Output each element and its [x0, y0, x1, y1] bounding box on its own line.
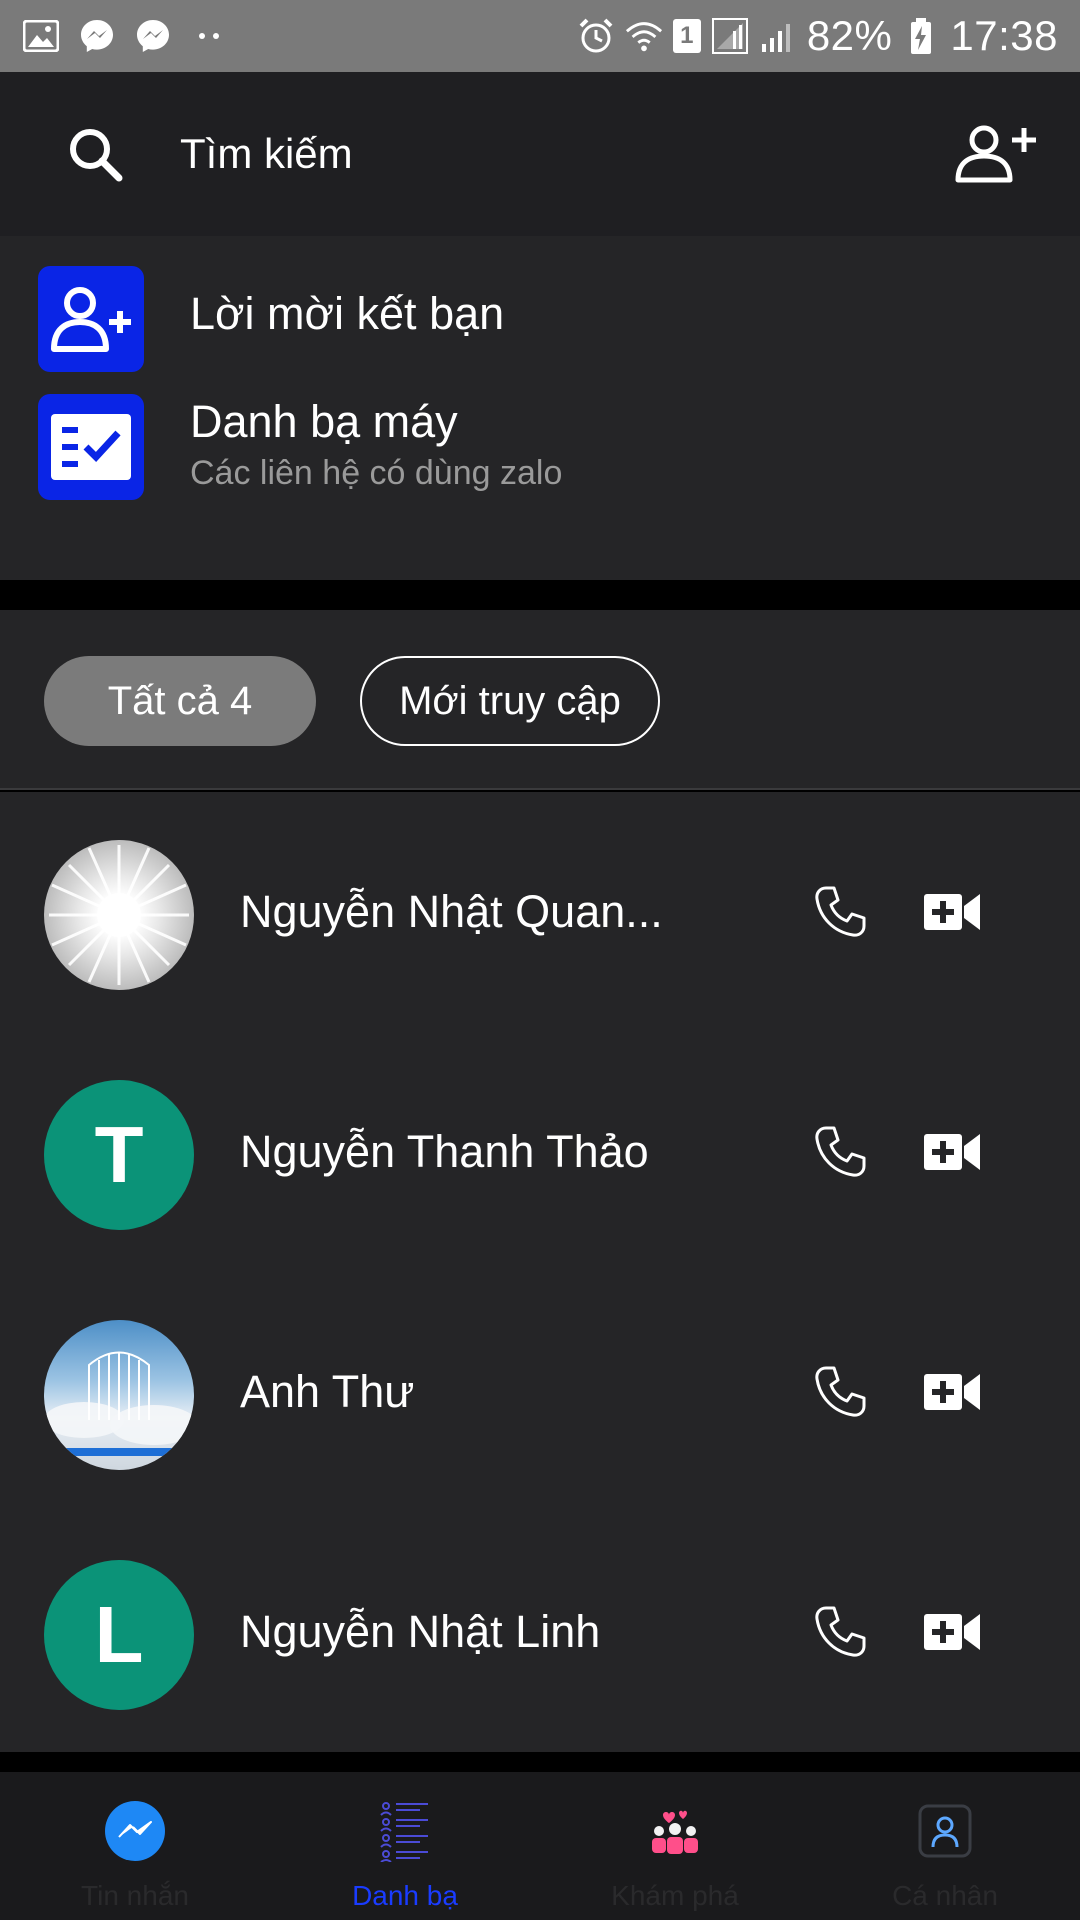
- phone-call-icon[interactable]: [812, 1124, 868, 1180]
- contact-row[interactable]: L Nguyễn Nhật Linh: [0, 1512, 1080, 1752]
- contact-row[interactable]: Nguyễn Nhật Quan...: [0, 792, 1080, 1032]
- battery-charging-icon: [902, 17, 940, 55]
- contacts-icon: [374, 1800, 436, 1862]
- tab-discover[interactable]: Khám phá: [540, 1772, 810, 1920]
- signal-icon: [759, 17, 797, 55]
- tab-profile-label: Cá nhân: [892, 1880, 998, 1911]
- contact-row[interactable]: T Nguyễn Thanh Thảo: [0, 1032, 1080, 1272]
- messenger-icon: [134, 17, 172, 55]
- phone-call-icon[interactable]: [812, 884, 868, 940]
- friend-requests-label: Lời mời kết bạn: [190, 288, 505, 339]
- contact-name: Nguyễn Nhật Linh: [240, 1606, 601, 1657]
- contact-name: Anh Thư: [240, 1366, 415, 1417]
- more-dots-icon: [190, 17, 228, 55]
- bottom-nav: Tin nhắn Danh bạ Khám phá Cá nhân: [0, 1772, 1080, 1920]
- contact-name: Nguyễn Nhật Quan...: [240, 886, 663, 937]
- avatar[interactable]: T: [44, 1080, 194, 1230]
- filter-all-chip[interactable]: Tất cả 4: [44, 656, 316, 746]
- search-input[interactable]: Tìm kiếm: [180, 130, 353, 178]
- tab-profile[interactable]: Cá nhân: [810, 1772, 1080, 1920]
- video-call-icon[interactable]: [922, 1610, 982, 1654]
- tab-discover-label: Khám phá: [611, 1880, 739, 1911]
- messenger-icon: [104, 1800, 166, 1862]
- avatar[interactable]: L: [44, 1560, 194, 1710]
- contact-list: Nguyễn Nhật Quan... T Nguyễn Thanh Thảo: [0, 792, 1080, 1752]
- contact-list-check-icon: [38, 394, 144, 500]
- alarm-icon: [577, 17, 615, 55]
- add-friend-icon: [38, 266, 144, 372]
- search-header: Tìm kiếm: [0, 72, 1080, 236]
- sim-badge: 1: [672, 19, 701, 53]
- profile-icon: [914, 1800, 976, 1862]
- filter-recent-chip[interactable]: Mới truy cập: [360, 656, 660, 746]
- search-icon[interactable]: [66, 125, 124, 183]
- contact-row[interactable]: Anh Thư: [0, 1272, 1080, 1512]
- video-call-icon[interactable]: [922, 1130, 982, 1174]
- friend-requests-item[interactable]: Lời mời kết bạn: [0, 236, 1080, 376]
- status-bar: 1 82% 17:38: [0, 0, 1080, 72]
- phone-contacts-item[interactable]: Danh bạ máy Các liên hệ có dùng zalo: [0, 376, 1080, 516]
- phone-contacts-subtitle: Các liên hệ có dùng zalo: [190, 454, 563, 492]
- tab-messages-label: Tin nhắn: [81, 1880, 189, 1911]
- discover-icon: [644, 1800, 706, 1862]
- nav-divider: [0, 1752, 1080, 1772]
- phone-contacts-label: Danh bạ máy: [190, 396, 458, 447]
- signal-icon: [711, 17, 749, 55]
- clock: 17:38: [950, 12, 1058, 59]
- add-friend-icon[interactable]: [954, 124, 1036, 184]
- phone-call-icon[interactable]: [812, 1364, 868, 1420]
- battery-percent: 82%: [806, 12, 893, 59]
- contact-filters: Tất cả 4 Mới truy cập: [0, 610, 1080, 790]
- wifi-icon: [625, 17, 663, 55]
- tab-contacts-label: Danh bạ: [352, 1880, 458, 1911]
- messenger-icon: [78, 17, 116, 55]
- contacts-menu: Lời mời kết bạn Danh bạ máy Các liên hệ …: [0, 236, 1080, 580]
- tab-contacts[interactable]: Danh bạ: [270, 1772, 540, 1920]
- video-call-icon[interactable]: [922, 1370, 982, 1414]
- phone-call-icon[interactable]: [812, 1604, 868, 1660]
- image-icon: [22, 17, 60, 55]
- tab-messages[interactable]: Tin nhắn: [0, 1772, 270, 1920]
- section-divider: [0, 580, 1080, 610]
- avatar[interactable]: [44, 1320, 194, 1470]
- contact-name: Nguyễn Thanh Thảo: [240, 1126, 649, 1177]
- video-call-icon[interactable]: [922, 890, 982, 934]
- avatar[interactable]: [44, 840, 194, 990]
